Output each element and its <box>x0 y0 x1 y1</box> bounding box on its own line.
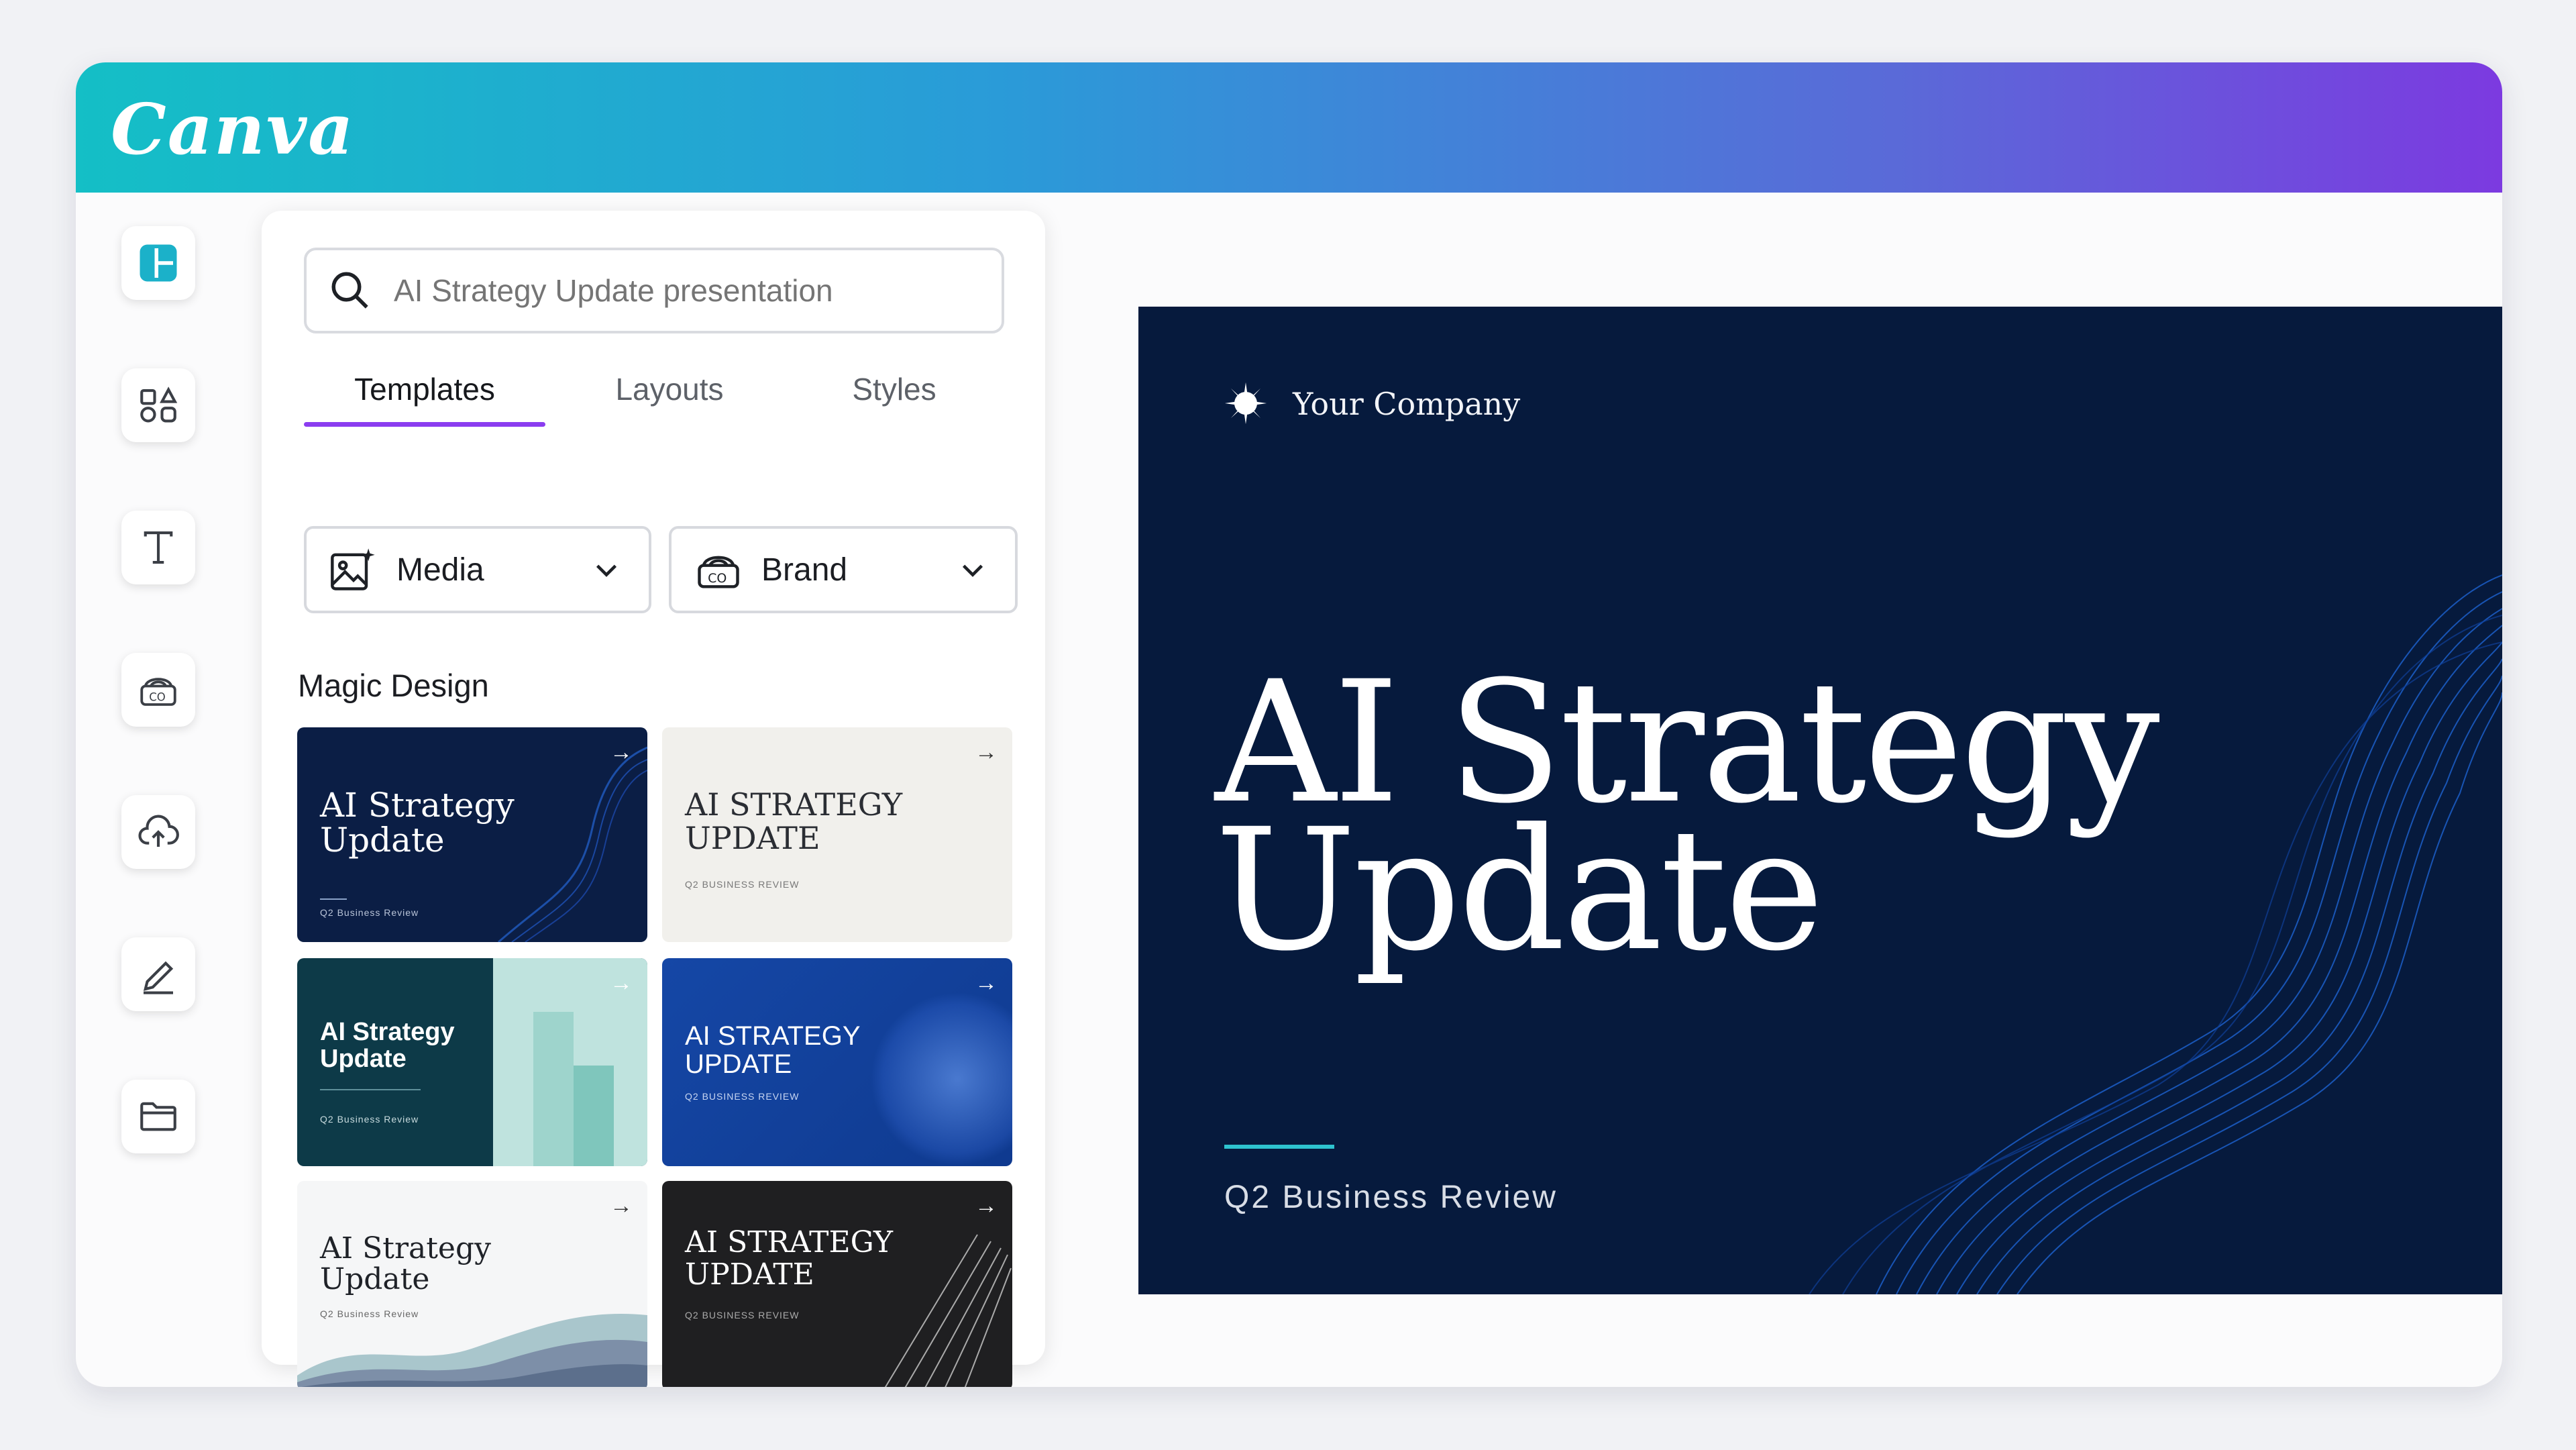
globe-graphic <box>870 992 1012 1166</box>
template-subtitle: Q2 Business Review <box>320 907 419 918</box>
brand-icon: CO <box>140 678 176 706</box>
template-card[interactable]: → AI Strategy Update Q2 Business Review <box>297 727 647 942</box>
templates-panel: Templates Layouts Styles Media CO <box>262 211 1045 1387</box>
media-dropdown-label: Media <box>396 552 484 588</box>
rail-text-button[interactable] <box>121 511 195 584</box>
chevron-down-icon <box>962 564 983 577</box>
slide-subtitle: Q2 Business Review <box>1224 1180 1558 1215</box>
text-icon <box>144 531 173 564</box>
svg-text:CO: CO <box>149 691 166 704</box>
company-name: Your Company <box>1293 386 1521 422</box>
template-title-line1: AI STRATEGY <box>685 786 903 823</box>
design-icon <box>140 244 177 282</box>
template-card[interactable]: → AI STRATEGY UPDATE Q2 BUSINESS REVIEW <box>662 958 1012 1166</box>
brand-dropdown-label: Brand <box>761 552 848 588</box>
template-title-line1: AI STRATEGY <box>685 1021 861 1051</box>
arrow-right-icon: → <box>610 1193 633 1219</box>
uploads-icon <box>138 815 179 847</box>
chevron-down-icon <box>596 564 617 577</box>
left-rail: CO <box>76 193 257 1387</box>
search-box[interactable] <box>304 248 1004 333</box>
template-title-line1: AI STRATEGY <box>685 1225 894 1259</box>
template-title-line2: Update <box>320 1262 430 1296</box>
template-title-line2: UPDATE <box>685 1257 814 1292</box>
arrow-right-icon: → <box>975 739 998 765</box>
template-title-line1: AI Strategy <box>320 786 515 825</box>
template-title-line2: UPDATE <box>685 820 820 856</box>
template-title-line2: UPDATE <box>685 1049 792 1079</box>
search-input[interactable] <box>392 272 985 309</box>
top-bar: Canva <box>76 62 2502 193</box>
template-card[interactable]: → AI Strategy Update Q2 Business Review <box>297 958 647 1166</box>
rail-draw-button[interactable] <box>121 937 195 1011</box>
rail-projects-button[interactable] <box>121 1080 195 1153</box>
template-title-line2: Update <box>320 1045 407 1073</box>
accent-rule <box>1224 1145 1334 1149</box>
template-card[interactable]: → AI Strategy Update Q2 Business Review <box>297 1181 647 1387</box>
draw-icon <box>143 961 174 994</box>
rail-design-button[interactable] <box>121 226 195 300</box>
arrow-right-icon: → <box>610 970 633 996</box>
company-logo-icon <box>1224 382 1267 425</box>
template-subtitle: Q2 BUSINESS REVIEW <box>685 879 800 890</box>
divider <box>320 1089 421 1090</box>
rail-elements-button[interactable] <box>121 368 195 442</box>
image-sparkle-icon <box>331 548 375 590</box>
tab-styles[interactable]: Styles <box>794 362 995 421</box>
canva-logo[interactable]: Canva <box>111 88 355 170</box>
divider <box>320 898 347 900</box>
template-subtitle: Q2 BUSINESS REVIEW <box>685 1091 800 1102</box>
arrow-right-icon: → <box>975 1193 998 1219</box>
brand-kit-icon: CO <box>698 556 739 588</box>
template-title-line1: AI Strategy <box>320 1231 491 1265</box>
elements-icon <box>140 386 178 423</box>
active-tab-indicator <box>304 422 545 427</box>
arrow-right-icon: → <box>610 739 633 765</box>
template-card[interactable]: → AI STRATEGY UPDATE Q2 BUSINESS REVIEW <box>662 1181 1012 1387</box>
tab-bar: Templates Layouts Styles <box>304 362 1004 429</box>
template-subtitle: Q2 Business Review <box>320 1308 419 1319</box>
projects-icon <box>140 1102 176 1131</box>
tab-layouts[interactable]: Layouts <box>569 362 770 421</box>
slide-title: AI Strategy Update <box>1215 659 2160 974</box>
tab-templates[interactable]: Templates <box>304 362 545 421</box>
arrow-right-icon: → <box>975 970 998 996</box>
app-window: Canva CO AI Strategy Update presentation… <box>76 62 2502 1387</box>
rail-brand-button[interactable]: CO <box>121 653 195 727</box>
svg-text:CO: CO <box>708 571 727 586</box>
template-subtitle: Q2 Business Review <box>320 1114 419 1125</box>
template-title-line1: AI Strategy <box>320 1018 455 1046</box>
search-icon <box>331 272 368 309</box>
template-title-line2: Update <box>320 821 445 860</box>
template-subtitle: Q2 BUSINESS REVIEW <box>685 1310 800 1320</box>
slide-preview[interactable]: Your Company AI Strategy Update Q2 Busin… <box>1138 307 2502 1294</box>
template-card[interactable]: → AI STRATEGY UPDATE Q2 BUSINESS REVIEW <box>662 727 1012 942</box>
magic-design-title: Magic Design <box>298 668 489 703</box>
media-dropdown[interactable]: Media <box>304 526 651 613</box>
rail-uploads-button[interactable] <box>121 795 195 869</box>
brand-dropdown[interactable]: CO Brand <box>669 526 1018 613</box>
